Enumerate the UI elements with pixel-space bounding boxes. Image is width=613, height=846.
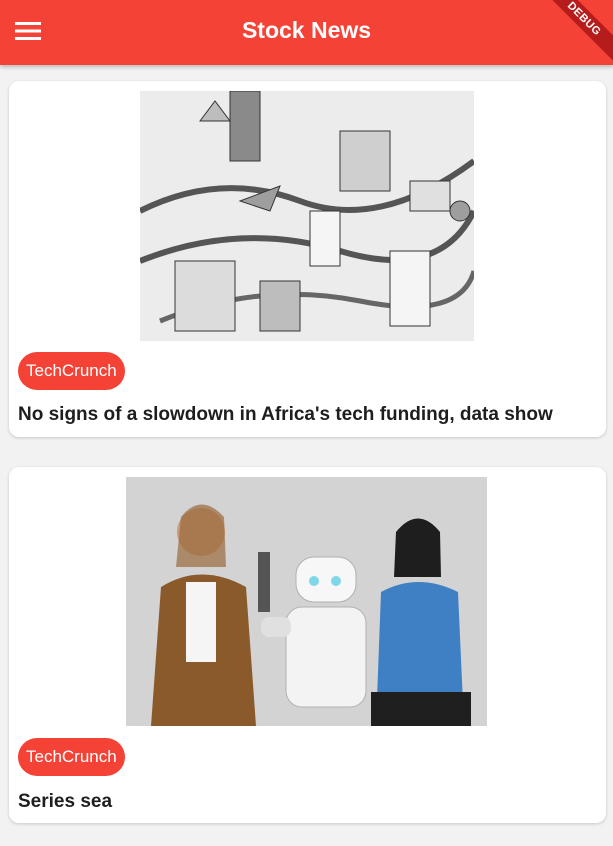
app-bar: Stock News [0,0,613,65]
article-headline: Series sea [18,791,113,812]
article-image [126,477,487,726]
news-card[interactable]: TechCrunch No signs of a slowdown in Afr… [9,81,606,437]
news-card[interactable]: TechCrunch Series sea [9,467,606,823]
article-image [140,91,474,341]
article-headline: No signs of a slowdown in Africa's tech … [18,404,553,425]
page-title: Stock News [241,17,372,43]
source-chip[interactable]: TechCrunch [18,352,125,390]
source-chip[interactable]: TechCrunch [18,738,125,776]
